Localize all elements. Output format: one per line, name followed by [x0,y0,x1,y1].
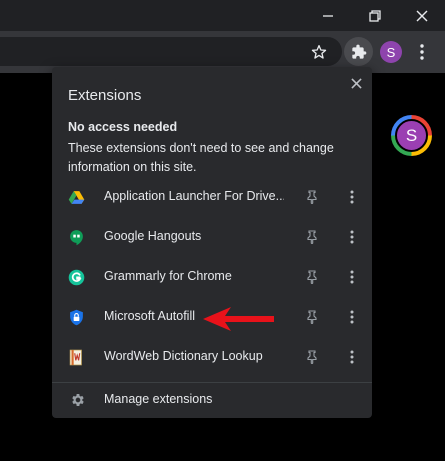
pin-icon [307,350,317,364]
pin-button[interactable] [302,347,322,367]
title-bar [0,0,445,31]
more-options-button[interactable] [342,187,362,207]
close-icon [350,77,362,89]
browser-menu-button[interactable] [410,37,434,66]
extension-label: Application Launcher For Drive... [104,189,284,203]
bookmark-button[interactable] [305,37,333,66]
hangouts-icon [70,230,83,246]
extension-label: WordWeb Dictionary Lookup [104,349,263,363]
extension-item-google-hangouts[interactable]: Google Hangouts [52,217,372,257]
section-description: These extensions don't need to see and c… [68,141,334,174]
annotation-arrow [203,307,274,331]
pin-button[interactable] [302,227,322,247]
more-options-button[interactable] [342,307,362,327]
grammarly-icon [68,269,85,286]
extension-item-grammarly[interactable]: Grammarly for Chrome [52,257,372,297]
account-avatar[interactable]: S [391,115,432,156]
extensions-popup: Extensions No access needed These extens… [52,67,372,418]
popup-title: Extensions [68,87,142,104]
account-avatar-initial: S [405,125,418,145]
pin-icon [307,190,317,204]
kebab-menu-icon [350,230,354,244]
minimize-icon [323,14,333,17]
more-options-button[interactable] [342,347,362,367]
restore-icon [369,9,381,22]
extension-item-drive-launcher[interactable]: Application Launcher For Drive... [52,177,372,217]
extension-label: Grammarly for Chrome [104,269,232,283]
pin-button[interactable] [302,267,322,287]
extension-label: Microsoft Autofill [104,309,196,323]
puzzle-icon [351,44,366,59]
manage-extensions-button[interactable]: Manage extensions [52,383,372,418]
more-options-button[interactable] [342,267,362,287]
kebab-menu-icon [350,270,354,284]
more-options-button[interactable] [342,227,362,247]
extensions-button[interactable] [344,37,373,66]
pin-icon [307,310,317,324]
extension-label: Google Hangouts [104,229,202,243]
star-icon [311,44,327,59]
extension-item-wordweb[interactable]: WordWeb Dictionary Lookup [52,337,372,377]
address-bar[interactable] [0,37,342,66]
manage-extensions-label: Manage extensions [104,392,213,406]
pin-icon [307,270,317,284]
gear-icon [72,394,84,406]
extension-list: Application Launcher For Drive... Google… [52,177,372,377]
pin-icon [307,230,317,244]
kebab-menu-icon [350,190,354,204]
kebab-menu-icon [350,350,354,364]
microsoft-autofill-icon [70,309,83,326]
popup-close-button[interactable] [346,73,366,93]
section-heading: No access needed [68,120,178,134]
pin-button[interactable] [302,307,322,327]
close-icon [416,10,428,21]
wordweb-icon [69,349,82,366]
restore-button[interactable] [352,0,398,31]
google-drive-icon [68,191,85,204]
pin-button[interactable] [302,187,322,207]
kebab-menu-icon [350,310,354,324]
kebab-menu-icon [420,43,424,60]
profile-initial: S [386,44,396,60]
close-window-button[interactable] [399,0,445,31]
minimize-button[interactable] [305,0,351,31]
profile-avatar-button[interactable]: S [380,41,402,63]
